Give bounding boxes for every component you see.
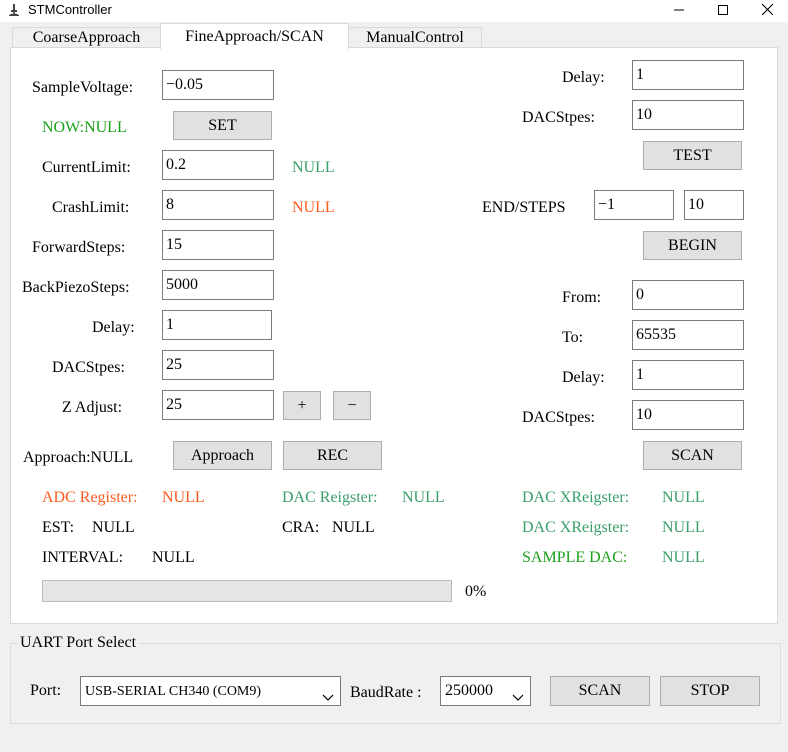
dac-register-label: DAC Reigster: bbox=[282, 489, 378, 506]
steps-input[interactable]: 10 bbox=[684, 190, 744, 220]
dac-x-register-value-1: NULL bbox=[662, 489, 705, 506]
interval-label: INTERVAL: bbox=[42, 549, 124, 566]
forward-steps-input[interactable]: 15 bbox=[162, 230, 274, 260]
end-steps-label: END/STEPS bbox=[482, 199, 566, 216]
current-limit-input[interactable]: 0.2 bbox=[162, 150, 274, 180]
z-increment-button[interactable]: + bbox=[283, 391, 321, 420]
chevron-down-icon bbox=[322, 685, 334, 705]
z-decrement-button[interactable]: − bbox=[333, 391, 371, 420]
now-status: NOW:NULL bbox=[42, 119, 127, 136]
z-adjust-label: Z Adjust: bbox=[62, 399, 123, 416]
scan-button[interactable]: SCAN bbox=[643, 441, 742, 470]
z-adjust-input[interactable]: 25 bbox=[162, 390, 274, 420]
current-limit-label: CurrentLimit: bbox=[42, 159, 131, 176]
crash-limit-input[interactable]: 8 bbox=[162, 190, 274, 220]
scan-to-label: To: bbox=[562, 329, 584, 346]
est-label: EST: bbox=[42, 519, 75, 536]
uart-stop-button[interactable]: STOP bbox=[660, 676, 760, 706]
baud-label: BaudRate : bbox=[350, 684, 422, 701]
progress-bar bbox=[42, 580, 452, 602]
window-title: STMController bbox=[28, 2, 112, 17]
scan-delay-label: Delay: bbox=[562, 369, 605, 386]
maximize-icon bbox=[718, 2, 728, 20]
dac-x-register-value-2: NULL bbox=[662, 519, 705, 536]
close-button[interactable] bbox=[744, 0, 788, 22]
dac-steps-label: DACStpes: bbox=[52, 359, 125, 376]
port-label: Port: bbox=[30, 682, 62, 699]
uart-scan-button[interactable]: SCAN bbox=[550, 676, 650, 706]
baud-select[interactable]: 250000 bbox=[440, 676, 531, 706]
dac-steps-input[interactable]: 25 bbox=[162, 350, 274, 380]
approach-button[interactable]: Approach bbox=[173, 441, 272, 470]
cra-value: NULL bbox=[332, 519, 375, 536]
delay-input[interactable]: 1 bbox=[162, 310, 272, 340]
test-delay-input[interactable]: 1 bbox=[632, 60, 744, 90]
tab-manual-control[interactable]: ManualControl bbox=[348, 27, 482, 47]
current-limit-status: NULL bbox=[292, 159, 335, 176]
interval-value: NULL bbox=[152, 549, 195, 566]
scan-to-input[interactable]: 65535 bbox=[632, 320, 744, 350]
crash-limit-label: CrashLimit: bbox=[52, 199, 130, 216]
test-dac-steps-input[interactable]: 10 bbox=[632, 100, 744, 130]
maximize-button[interactable] bbox=[700, 0, 746, 22]
sample-voltage-input[interactable]: −0.05 bbox=[162, 70, 274, 100]
forward-steps-label: ForwardSteps: bbox=[32, 239, 126, 256]
port-select[interactable]: USB-SERIAL CH340 (COM9) bbox=[80, 676, 341, 706]
scan-dac-steps-input[interactable]: 10 bbox=[632, 400, 744, 430]
sample-dac-value: NULL bbox=[662, 549, 705, 566]
adc-register-label: ADC Register: bbox=[42, 489, 138, 506]
uart-group-title: UART Port Select bbox=[18, 633, 139, 653]
test-delay-label: Delay: bbox=[562, 69, 605, 86]
end-input[interactable]: −1 bbox=[594, 190, 674, 220]
baud-select-value: 250000 bbox=[445, 682, 493, 699]
cra-label: CRA: bbox=[282, 519, 320, 536]
tab-fine-approach-scan[interactable]: FineApproach/SCAN bbox=[160, 23, 349, 49]
test-dac-steps-label: DACStpes: bbox=[522, 109, 595, 126]
crash-limit-status: NULL bbox=[292, 199, 335, 216]
dac-register-value: NULL bbox=[402, 489, 445, 506]
delay-label: Delay: bbox=[92, 319, 135, 336]
scan-dac-steps-label: DACStpes: bbox=[522, 409, 595, 426]
test-button[interactable]: TEST bbox=[643, 141, 742, 170]
approach-status: Approach:NULL bbox=[23, 449, 134, 466]
back-piezo-steps-input[interactable]: 5000 bbox=[162, 270, 274, 300]
sample-dac-label: SAMPLE DAC: bbox=[522, 549, 628, 566]
set-button[interactable]: SET bbox=[173, 111, 272, 140]
begin-button[interactable]: BEGIN bbox=[643, 231, 742, 260]
scan-from-input[interactable]: 0 bbox=[632, 280, 744, 310]
minimize-icon bbox=[674, 2, 684, 20]
progress-percent: 0% bbox=[465, 583, 487, 600]
rec-button[interactable]: REC bbox=[283, 441, 382, 470]
close-icon bbox=[761, 2, 773, 20]
dac-x-register-label-1: DAC XReigster: bbox=[522, 489, 630, 506]
minimize-button[interactable] bbox=[656, 0, 702, 22]
dac-x-register-label-2: DAC XReigster: bbox=[522, 519, 630, 536]
tab-coarse-approach[interactable]: CoarseApproach bbox=[12, 27, 161, 47]
port-select-value: USB-SERIAL CH340 (COM9) bbox=[85, 684, 262, 699]
est-value: NULL bbox=[92, 519, 135, 536]
back-piezo-steps-label: BackPiezoSteps: bbox=[22, 279, 130, 296]
adc-register-value: NULL bbox=[162, 489, 205, 506]
scan-delay-input[interactable]: 1 bbox=[632, 360, 744, 390]
chevron-down-icon bbox=[512, 685, 524, 705]
sample-voltage-label: SampleVoltage: bbox=[32, 79, 134, 96]
microscope-icon bbox=[7, 3, 21, 17]
scan-from-label: From: bbox=[562, 289, 602, 306]
